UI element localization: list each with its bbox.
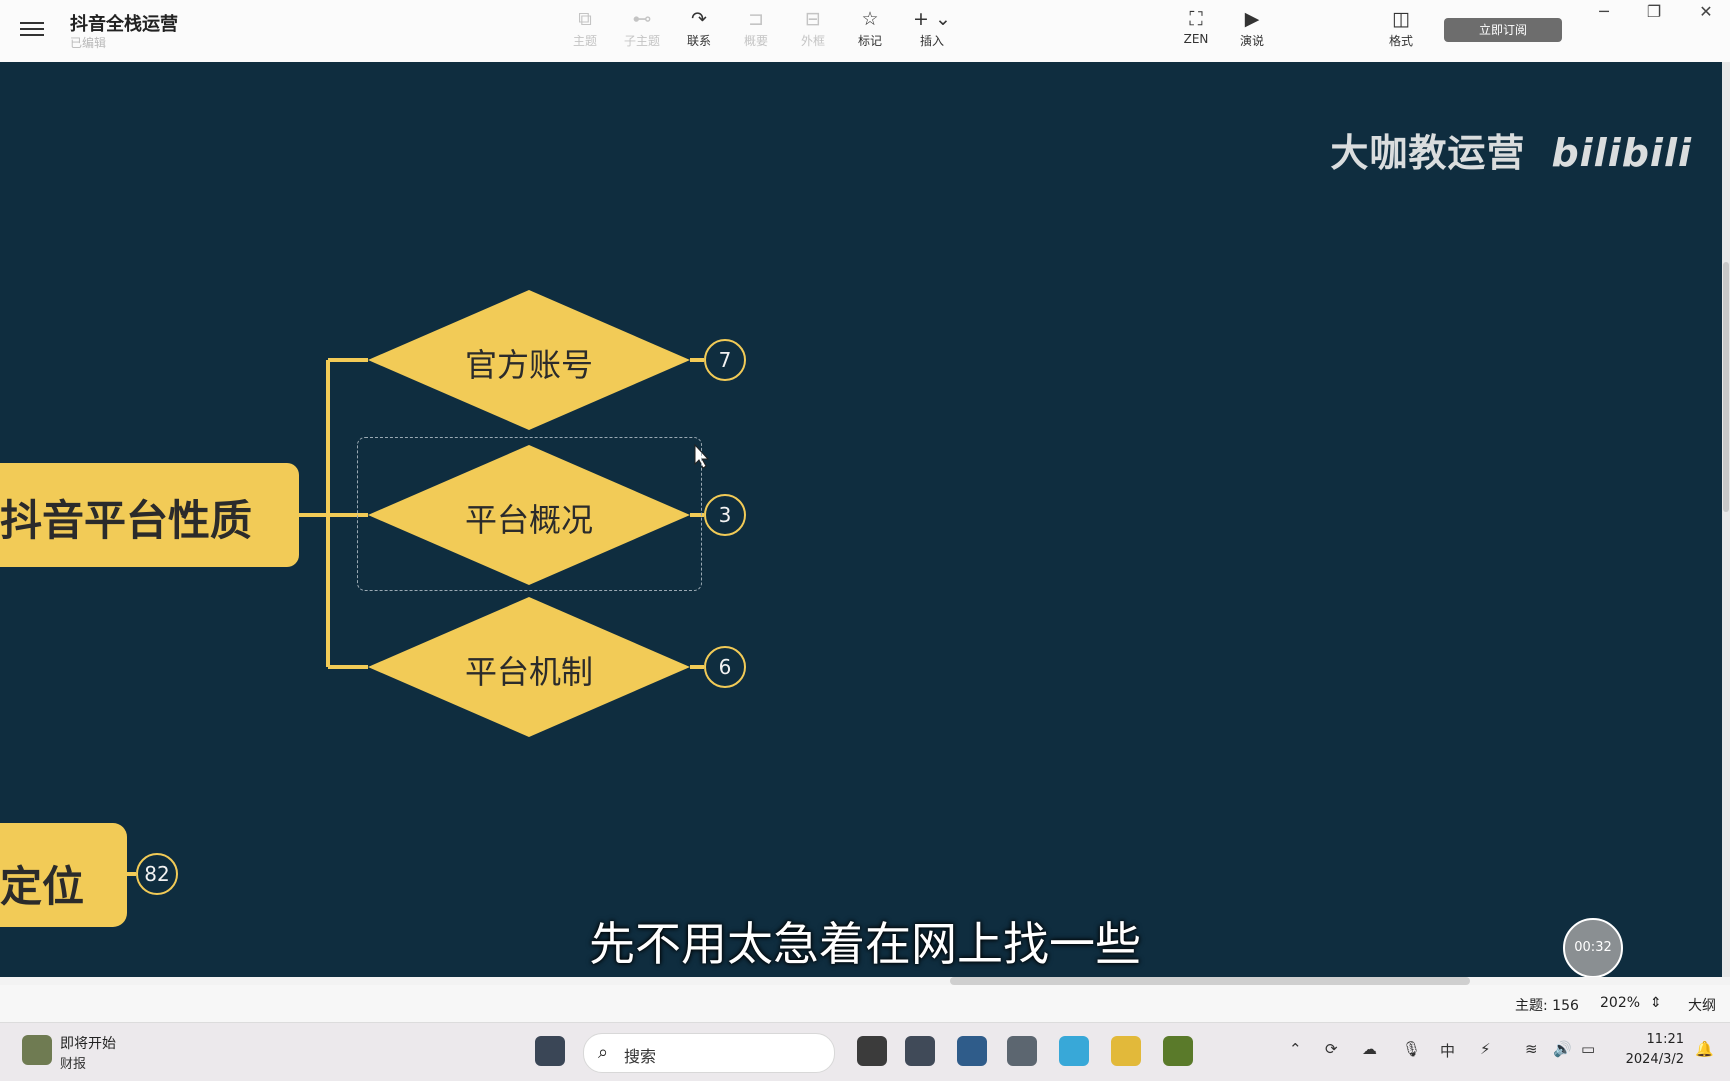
hamburger-menu-icon[interactable] xyxy=(20,18,44,42)
widget-subtitle: 财报 xyxy=(60,1057,87,1072)
app-icon[interactable] xyxy=(957,1036,987,1066)
app-icon[interactable] xyxy=(1007,1036,1037,1066)
chat-app-icon[interactable] xyxy=(905,1036,935,1066)
branch-label: 平台机制 xyxy=(464,653,593,691)
document-title[interactable]: 抖音全栈运营 xyxy=(70,10,178,36)
input-method-icon[interactable]: 中 xyxy=(1440,1040,1455,1061)
browser-icon[interactable] xyxy=(1059,1036,1089,1066)
collapsed-count-badge[interactable]: 7 xyxy=(704,339,746,381)
side-topic-label: 定位 xyxy=(0,862,85,911)
close-icon[interactable]: ✕ xyxy=(1686,2,1726,22)
topic-icon: ⧉ xyxy=(578,8,592,30)
summary-button[interactable]: ⊐ 概要 xyxy=(728,8,784,56)
weather-widget[interactable]: 即将开始 财报 xyxy=(20,1031,160,1073)
system-clock[interactable]: 11:21 2024/3/2 xyxy=(1612,1030,1684,1070)
relationship-button[interactable]: ↷ 联系 xyxy=(671,8,727,56)
scrollbar-thumb[interactable] xyxy=(1723,262,1729,512)
branch-label: 平台概况 xyxy=(464,501,593,539)
status-bar: 主题: 156 202% ⇕ 大纲 xyxy=(0,985,1730,1022)
minimize-icon[interactable]: ─ xyxy=(1584,2,1624,22)
notification-bell-icon[interactable]: 🔔 xyxy=(1695,1040,1714,1058)
bilibili-logo-icon: bilibili xyxy=(1551,131,1692,175)
subscribe-button[interactable]: 立即订阅 xyxy=(1444,18,1562,42)
widget-title: 即将开始 xyxy=(60,1036,116,1052)
vertical-scrollbar[interactable] xyxy=(1722,62,1730,977)
widget-icon xyxy=(22,1035,52,1065)
summary-icon: ⊐ xyxy=(748,8,764,30)
restore-icon[interactable]: ❐ xyxy=(1634,2,1674,22)
watermark: 大咖教运营 bilibili xyxy=(1330,122,1692,177)
start-icon[interactable] xyxy=(535,1036,565,1066)
search-icon: ⌕ xyxy=(598,1042,609,1063)
mindmap-canvas[interactable]: 大咖教运营 bilibili 抖音平台性质 官方账号 平台概况 平台机制 7 3 … xyxy=(0,62,1722,977)
file-explorer-icon[interactable] xyxy=(1111,1036,1141,1066)
collapsed-count-badge[interactable]: 82 xyxy=(136,853,178,895)
save-status: 已编辑 xyxy=(70,36,107,50)
marker-icon: ☆ xyxy=(861,8,879,30)
marker-button[interactable]: ☆ 标记 xyxy=(842,8,898,56)
collapsed-count-badge[interactable]: 3 xyxy=(704,494,746,536)
insert-button[interactable]: + ⌄ 插入 xyxy=(904,8,960,56)
tray-overflow-icon[interactable]: ⌃ xyxy=(1289,1040,1302,1058)
search-placeholder: 搜索 xyxy=(624,1047,657,1066)
boundary-button[interactable]: ⊟ 外框 xyxy=(785,8,841,56)
zen-icon: ⛶ xyxy=(1189,8,1203,30)
subtopic-button[interactable]: ⊷ 子主题 xyxy=(614,8,670,56)
recording-timer: 00:32 xyxy=(1563,918,1623,977)
topic-count: 主题: 156 xyxy=(1515,998,1579,1014)
xmind-app-icon[interactable] xyxy=(1163,1036,1193,1066)
format-panel-button[interactable]: ◫ 格式 xyxy=(1373,8,1429,56)
zen-mode-button[interactable]: ⛶ ZEN xyxy=(1168,8,1224,56)
root-topic-label: 抖音平台性质 xyxy=(0,496,253,545)
taskbar-search[interactable]: ⌕ 搜索 xyxy=(583,1033,835,1073)
insert-icon: + ⌄ xyxy=(913,8,951,30)
topic-button[interactable]: ⧉ 主题 xyxy=(557,8,613,56)
watermark-text: 大咖教运营 xyxy=(1330,131,1526,175)
app-tray-icon[interactable]: ⚡ xyxy=(1480,1040,1491,1058)
task-view-icon[interactable] xyxy=(857,1036,887,1066)
present-button[interactable]: ▶ 演说 xyxy=(1224,8,1280,56)
battery-icon[interactable]: ▭ xyxy=(1581,1040,1595,1058)
present-icon: ▶ xyxy=(1244,8,1260,30)
branch-label: 官方账号 xyxy=(464,346,593,384)
clock-date: 2024/3/2 xyxy=(1625,1052,1684,1067)
outline-toggle[interactable]: 大纲 xyxy=(1688,995,1716,1015)
collapsed-count-badge[interactable]: 6 xyxy=(704,646,746,688)
title-toolbar: 抖音全栈运营 已编辑 ⧉ 主题 ⊷ 子主题 ↷ 联系 ⊐ 概要 ⊟ 外框 ☆ 标… xyxy=(0,0,1730,63)
wifi-icon[interactable]: ≋ xyxy=(1525,1040,1538,1058)
volume-icon[interactable]: 🔊 xyxy=(1553,1040,1572,1058)
zoom-stepper-icon[interactable]: ⇕ xyxy=(1650,995,1662,1011)
windows-taskbar: 即将开始 财报 ⌕ 搜索 ⌃ ⟳ ☁ 🎙 中 ⚡ ≋ 🔊 ▭ 11:21 202… xyxy=(0,1022,1730,1081)
format-icon: ◫ xyxy=(1392,8,1410,30)
subtopic-icon: ⊷ xyxy=(632,8,652,30)
horizontal-scrollbar[interactable] xyxy=(950,977,1470,985)
boundary-icon: ⊟ xyxy=(805,8,821,30)
clock-time: 11:21 xyxy=(1646,1032,1684,1047)
cloud-icon[interactable]: ☁ xyxy=(1362,1040,1377,1058)
video-subtitle: 先不用太急着在网上找一些 xyxy=(589,917,1141,971)
microphone-icon[interactable]: 🎙 xyxy=(1402,1040,1421,1058)
zoom-level[interactable]: 202% xyxy=(1600,995,1640,1011)
relationship-icon: ↷ xyxy=(691,8,707,30)
sync-icon[interactable]: ⟳ xyxy=(1325,1040,1338,1058)
